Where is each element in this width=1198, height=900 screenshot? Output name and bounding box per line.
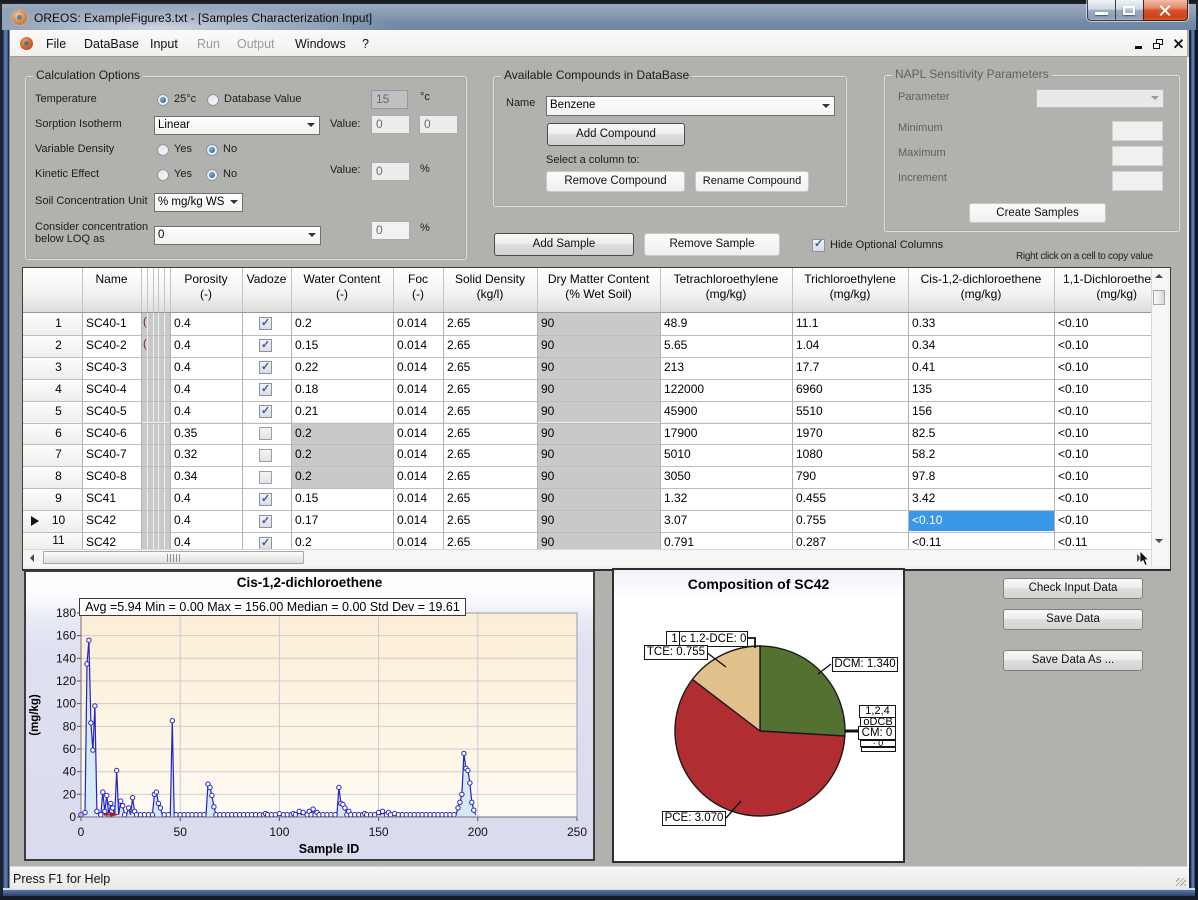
svg-text:160: 160 [56, 629, 76, 643]
svg-text:Sample ID: Sample ID [299, 842, 359, 856]
svg-text:140: 140 [56, 651, 76, 665]
svg-text:200: 200 [468, 825, 488, 839]
svg-text:(mg/kg): (mg/kg) [29, 694, 41, 736]
svg-text:150: 150 [369, 825, 389, 839]
svg-text:120: 120 [56, 674, 76, 688]
svg-text:60: 60 [63, 742, 77, 756]
svg-text:180: 180 [56, 606, 76, 620]
svg-text:100: 100 [56, 697, 76, 711]
svg-text:20: 20 [63, 787, 77, 801]
svg-text:250: 250 [567, 825, 587, 839]
svg-text:100: 100 [269, 825, 289, 839]
svg-text:40: 40 [63, 765, 77, 779]
svg-text:0: 0 [78, 825, 85, 839]
svg-text:50: 50 [174, 825, 188, 839]
svg-text:80: 80 [63, 719, 77, 733]
svg-text:0: 0 [69, 810, 76, 824]
